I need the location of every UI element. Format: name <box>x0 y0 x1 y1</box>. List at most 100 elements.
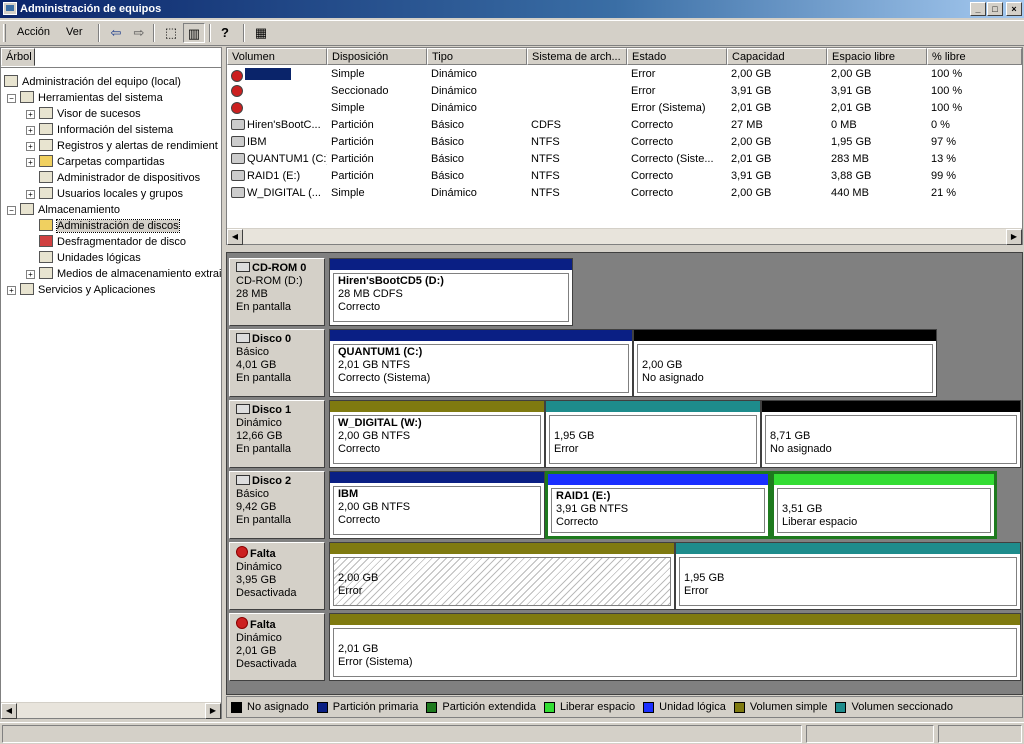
volume-cell: 27 MB <box>731 119 763 131</box>
volume-cell: 3,91 GB <box>831 85 872 97</box>
menu-accion[interactable]: Acción <box>17 26 50 38</box>
up-folder-icon[interactable]: ⬚ <box>160 23 182 43</box>
tree-item-performance-logs[interactable]: Registros y alertas de rendimient <box>39 138 218 154</box>
disk-info-l2: 12,66 GB <box>236 430 283 442</box>
volume-row[interactable]: RAID1 (E:) Partición Básico NTFS Correcto 3,9… <box>227 168 1022 185</box>
tree-item-event-viewer[interactable]: Visor de sucesos <box>39 106 141 122</box>
legend-label: Volumen simple <box>749 701 828 713</box>
column-header-disposicion[interactable]: Disposición <box>327 48 427 65</box>
volume-cell: 2,00 GB <box>731 187 772 199</box>
tree-item-defragmenter[interactable]: Desfragmentador de disco <box>39 234 186 250</box>
volume-cell: Partición <box>331 136 374 148</box>
tree-item-services-apps[interactable]: Servicios y Aplicaciones <box>20 282 155 298</box>
scroll-right-icon[interactable]: ▶ <box>1006 229 1022 245</box>
partition-title: IBM <box>338 488 359 500</box>
maximize-button[interactable]: □ <box>987 2 1003 16</box>
volume-row[interactable]: QUANTUM1 (C:) Partición Básico NTFS Correcto… <box>227 151 1022 168</box>
disk-label[interactable]: CD-ROM 0 CD-ROM (D:) 28 MB En pantalla <box>229 258 325 326</box>
disk-info-l3: Desactivada <box>236 587 297 599</box>
partition-block[interactable]: 8,71 GB No asignado <box>761 400 1021 468</box>
partition-details: QUANTUM1 (C:) 2,01 GB NTFS Correcto (Siste… <box>333 344 629 393</box>
partition-block[interactable]: 2,00 GB Error <box>329 542 675 610</box>
tree-item-storage[interactable]: Almacenamiento <box>20 202 120 218</box>
tree-item-local-users[interactable]: Usuarios locales y grupos <box>39 186 183 202</box>
partition-details: 2,00 GB Error <box>333 557 671 606</box>
volume-row[interactable]: Hiren'sBootC... Partición Básico CDFS Correc… <box>227 117 1022 134</box>
partition-block[interactable]: 1,95 GB Error <box>545 400 761 468</box>
disk-label[interactable]: Disco 1 Dinámico 12,66 GB En pantalla <box>229 400 325 468</box>
tree-item-computer-management[interactable]: Administración del equipo (local) <box>4 74 181 90</box>
show-tree-icon[interactable]: ▥ <box>183 23 205 43</box>
volume-icon <box>231 136 245 147</box>
tree-item-shared-folders[interactable]: Carpetas compartidas <box>39 154 165 170</box>
disk-label[interactable]: Disco 0 Básico 4,01 GB En pantalla <box>229 329 325 397</box>
menu-ver[interactable]: Ver <box>66 26 83 38</box>
expand-icon[interactable]: + <box>26 126 35 135</box>
missing-disk-icon <box>236 617 248 629</box>
column-header-espacio-libre[interactable]: Espacio libre <box>827 48 927 65</box>
collapse-icon[interactable]: − <box>7 94 16 103</box>
column-header-pct-libre[interactable]: % libre <box>927 48 1022 65</box>
close-button[interactable]: × <box>1006 2 1022 16</box>
volume-cell: 21 % <box>931 187 957 199</box>
title-bar[interactable]: Administración de equipos _ □ × <box>0 0 1024 18</box>
tree-item-system-tools[interactable]: Herramientas del sistema <box>20 90 163 106</box>
partition-block[interactable]: 1,95 GB Error <box>675 542 1021 610</box>
column-header-estado[interactable]: Estado <box>627 48 727 65</box>
partition-block[interactable]: 3,51 GB Liberar espacio <box>771 471 997 539</box>
partition-block[interactable]: RAID1 (E:) 3,91 GB NTFS Correcto <box>545 471 771 539</box>
expand-icon[interactable]: + <box>7 286 16 295</box>
volume-list-hscrollbar[interactable]: ◀ ▶ <box>227 228 1022 245</box>
partition-info-l1: 1,95 GB <box>684 572 725 584</box>
tree-tab[interactable]: Árbol <box>1 48 35 66</box>
volume-row[interactable]: W_DIGITAL (... Simple Dinámico NTFS Correcto… <box>227 185 1022 202</box>
disk-label[interactable]: Falta Dinámico 3,95 GB Desactivada <box>229 542 325 610</box>
minimize-button[interactable]: _ <box>970 2 986 16</box>
tree-hscrollbar[interactable]: ◀ ▶ <box>1 702 221 719</box>
scroll-left-icon[interactable]: ◀ <box>1 703 17 719</box>
tree-item-removable-storage[interactable]: Medios de almacenamiento extrai <box>39 266 221 282</box>
expand-icon[interactable]: + <box>26 142 35 151</box>
expand-icon[interactable]: + <box>26 110 35 119</box>
volume-cell: Correcto <box>631 136 674 148</box>
partition-block[interactable]: 2,01 GB Error (Sistema) <box>329 613 1021 681</box>
partition-details: 2,01 GB Error (Sistema) <box>333 628 1017 677</box>
tree-item-disk-management[interactable]: Administración de discos <box>39 218 180 234</box>
expand-icon[interactable]: + <box>26 190 35 199</box>
back-arrow-icon[interactable]: ⇦ <box>105 23 127 43</box>
properties-icon[interactable]: ▦ <box>250 23 272 43</box>
partition-block[interactable]: W_DIGITAL (W:) 2,00 GB NTFS Correcto <box>329 400 545 468</box>
column-header-capacidad[interactable]: Capacidad <box>727 48 827 65</box>
volume-row[interactable]: IBM Partición Básico NTFS Correcto 2,00 GB 1,9… <box>227 134 1022 151</box>
tree-item-logical-drives[interactable]: Unidades lógicas <box>39 250 141 266</box>
column-header-tipo[interactable]: Tipo <box>427 48 527 65</box>
partition-block[interactable]: 2,00 GB No asignado <box>633 329 937 397</box>
volume-row[interactable]: Simple Dinámico Error (Sistema) 2,01 GB 2,01… <box>227 100 1022 117</box>
column-header-volumen[interactable]: Volumen <box>227 48 327 65</box>
tree-item-system-info[interactable]: Información del sistema <box>39 122 173 138</box>
partition-color-bar <box>330 330 632 341</box>
legend-label: Partición extendida <box>442 701 536 713</box>
partition-block[interactable]: Hiren'sBootCD5 (D:) 28 MB CDFS Correcto <box>329 258 573 326</box>
forward-arrow-icon[interactable]: ⇨ <box>128 23 150 43</box>
disk-info-l3: En pantalla <box>236 372 292 384</box>
disk-label[interactable]: Disco 2 Básico 9,42 GB En pantalla <box>229 471 325 539</box>
scroll-left-icon[interactable]: ◀ <box>227 229 243 245</box>
partition-color-bar <box>330 472 544 483</box>
expand-icon[interactable]: + <box>26 158 35 167</box>
partition-color-bar <box>330 614 1020 625</box>
tools-icon <box>20 91 34 103</box>
volume-row[interactable]: Simple Dinámico Error 2,00 GB 2,00 GB 100 % <box>227 66 1022 83</box>
toolbar-grip[interactable] <box>3 24 6 42</box>
scroll-right-icon[interactable]: ▶ <box>205 703 221 719</box>
partition-block[interactable]: IBM 2,00 GB NTFS Correcto <box>329 471 545 539</box>
disk-label[interactable]: Falta Dinámico 2,01 GB Desactivada <box>229 613 325 681</box>
volume-row[interactable]: Seccionado Dinámico Error 3,91 GB 3,91 GB 100… <box>227 83 1022 100</box>
help-icon[interactable]: ? <box>214 23 236 43</box>
expand-icon[interactable]: + <box>26 270 35 279</box>
collapse-icon[interactable]: − <box>7 206 16 215</box>
partition-block[interactable]: QUANTUM1 (C:) 2,01 GB NTFS Correcto (Siste… <box>329 329 633 397</box>
column-header-sistema-archivos[interactable]: Sistema de arch... <box>527 48 627 65</box>
tree-item-device-manager[interactable]: Administrador de dispositivos <box>39 170 200 186</box>
volume-cell: 440 MB <box>831 187 869 199</box>
